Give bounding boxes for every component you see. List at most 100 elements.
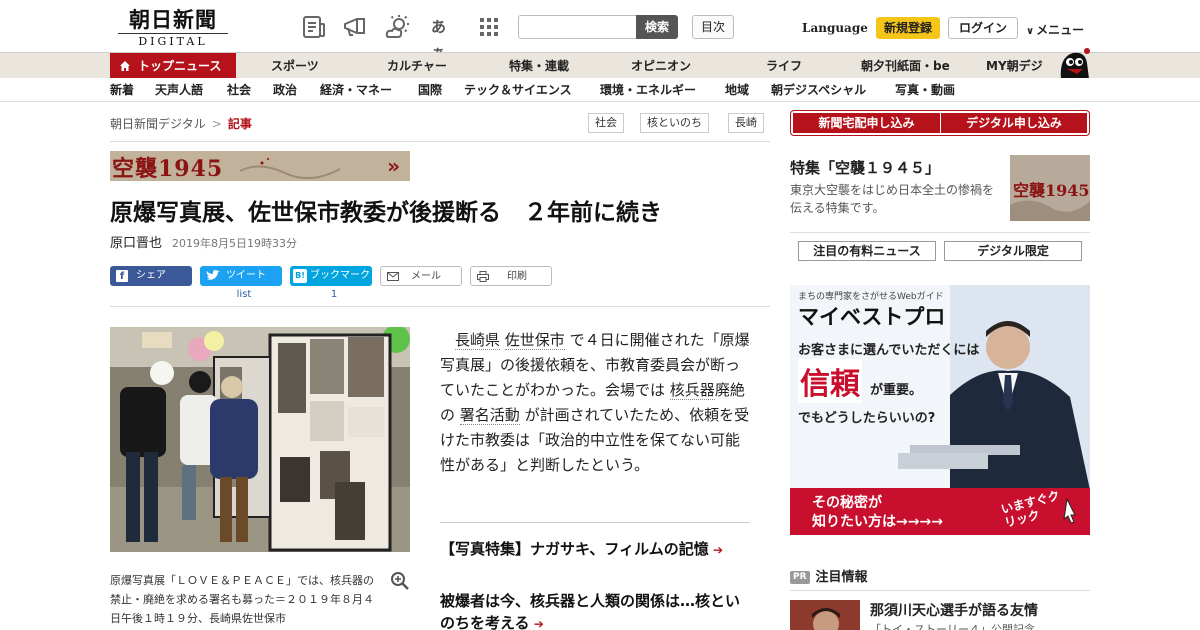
register-button[interactable]: 新規登録 bbox=[876, 17, 940, 39]
tab-paid-news[interactable]: 注目の有料ニュース bbox=[798, 241, 936, 261]
primary-nav: トップニュース スポーツ カルチャー 特集・連載 オピニオン ライフ 朝夕刊紙面… bbox=[0, 48, 1200, 79]
keyword-nagasaki[interactable]: 長崎県 bbox=[455, 331, 501, 350]
pr-subtitle: 「トイ・ストーリー４」公開記念 bbox=[870, 623, 1035, 630]
nav2-economy[interactable]: 経済・マネー bbox=[320, 78, 392, 102]
mascot-icon bbox=[1060, 48, 1090, 79]
newspaper-icon[interactable] bbox=[301, 14, 327, 40]
breadcrumb-home[interactable]: 朝日新聞デジタル bbox=[110, 117, 206, 131]
logo-en: DIGITAL bbox=[118, 33, 228, 48]
share-facebook-button[interactable]: f シェア bbox=[110, 266, 192, 286]
zoom-icon[interactable] bbox=[390, 571, 410, 591]
photo-illustration bbox=[110, 327, 410, 552]
pr-label: 注目情報 bbox=[815, 570, 868, 585]
pr-header: PR 注目情報 bbox=[790, 566, 868, 585]
nav2-new[interactable]: 新着 bbox=[110, 78, 134, 102]
nav-opinion[interactable]: オピニオン bbox=[631, 53, 691, 79]
share-hatena-button[interactable]: B! ブックマーク bbox=[290, 266, 372, 286]
chevron-down-icon: ∨ bbox=[1026, 26, 1035, 37]
tag-nuclear[interactable]: 核といのち bbox=[640, 113, 709, 133]
tag-nagasaki[interactable]: 長崎 bbox=[728, 113, 764, 133]
tab-digital-only[interactable]: デジタル限定 bbox=[944, 241, 1082, 261]
ad-line-1: お客さまに選んでいただくには bbox=[798, 343, 980, 358]
ad-line-5: その秘密が bbox=[812, 495, 882, 511]
divider bbox=[440, 522, 750, 523]
nav2-international[interactable]: 国際 bbox=[418, 78, 442, 102]
print-button[interactable]: 印刷 bbox=[470, 266, 552, 286]
keyword-signature[interactable]: 署名活動 bbox=[459, 406, 520, 425]
nav2-environment[interactable]: 環境・エネルギー bbox=[600, 78, 696, 102]
nav-features[interactable]: 特集・連載 bbox=[509, 53, 569, 79]
print-icon bbox=[477, 271, 489, 282]
subscribe-digital-button[interactable]: デジタル申し込み bbox=[941, 113, 1087, 133]
print-label: 印刷 bbox=[507, 271, 527, 282]
twitter-count[interactable]: list bbox=[224, 289, 264, 300]
divider bbox=[790, 232, 1090, 233]
nav2-photo[interactable]: 写真・動画 bbox=[895, 78, 955, 102]
feature-thumbnail[interactable]: 空襲1945 bbox=[1010, 155, 1090, 221]
nav-culture[interactable]: カルチャー bbox=[387, 53, 447, 79]
facebook-icon: f bbox=[116, 270, 128, 282]
weather-icon[interactable] bbox=[385, 14, 411, 40]
ad-line-2: 信頼 bbox=[798, 359, 862, 403]
share-twitter-button[interactable]: ツイート bbox=[200, 266, 282, 286]
keyword-nuclear-weapons[interactable]: 核兵器 bbox=[669, 381, 715, 400]
banner-arrow: » bbox=[387, 154, 400, 178]
grid-icon[interactable] bbox=[476, 14, 502, 40]
breadcrumb-separator: > bbox=[211, 117, 222, 131]
share-hatena-label: ブックマーク bbox=[310, 270, 370, 281]
nav2-society[interactable]: 社会 bbox=[227, 78, 251, 102]
related-link-nuclear-feature[interactable]: 被爆者は今、核兵器と人類の関係は…核といのちを考える ➔ bbox=[440, 590, 752, 630]
article-photo[interactable] bbox=[110, 327, 410, 552]
font-size-icon[interactable]: あぁ bbox=[431, 14, 457, 62]
share-twitter-label: ツイート bbox=[226, 270, 266, 281]
divider bbox=[790, 590, 1090, 591]
megaphone-icon[interactable] bbox=[342, 14, 368, 40]
nav2-politics[interactable]: 政治 bbox=[273, 78, 297, 102]
language-link[interactable]: Language bbox=[802, 21, 868, 35]
hatena-count[interactable]: 1 bbox=[314, 289, 354, 300]
share-mail-button[interactable]: メール bbox=[380, 266, 462, 286]
ad-line-3: が重要。 bbox=[870, 383, 923, 398]
divider bbox=[110, 141, 770, 142]
nav2-tech[interactable]: テック＆サイエンス bbox=[464, 78, 572, 102]
nav-top-news-label: トップニュース bbox=[138, 59, 222, 73]
nav2-special[interactable]: 朝デジスペシャル bbox=[771, 78, 866, 102]
search-input[interactable] bbox=[518, 15, 637, 39]
secondary-nav: 新着 天声人語 社会 政治 経済・マネー 国際 テック＆サイエンス 環境・エネル… bbox=[0, 78, 1200, 102]
hatena-icon: B! bbox=[293, 269, 307, 283]
ad-line-6: 知りたい方は→→→→ bbox=[812, 514, 943, 530]
login-button[interactable]: ログイン bbox=[948, 17, 1018, 39]
twitter-icon bbox=[206, 270, 220, 280]
nav-sports[interactable]: スポーツ bbox=[271, 53, 319, 79]
arrow-right-icon: ➔ bbox=[529, 617, 544, 630]
feature-banner[interactable]: 空襲1945 » bbox=[110, 151, 410, 181]
feature-thumbnail-text: 空襲1945 bbox=[1013, 181, 1090, 200]
site-logo[interactable]: 朝日新聞 DIGITAL bbox=[118, 8, 228, 48]
nav-life[interactable]: ライフ bbox=[766, 53, 802, 79]
divider bbox=[110, 306, 770, 307]
nav-my-asadigi[interactable]: MY朝デジ bbox=[986, 53, 1043, 79]
related-link-photo-special[interactable]: 【写真特集】ナガサキ、フィルムの記憶 ➔ bbox=[440, 538, 752, 561]
nav2-tensei[interactable]: 天声人語 bbox=[155, 78, 203, 102]
toc-button[interactable]: 目次 bbox=[692, 15, 734, 39]
tag-society[interactable]: 社会 bbox=[588, 113, 624, 133]
search-button[interactable]: 検索 bbox=[636, 15, 678, 39]
banner-title: 空襲1945 bbox=[112, 156, 224, 181]
mail-icon bbox=[387, 272, 399, 281]
feature-title[interactable]: 特集「空襲１９４５」 bbox=[790, 157, 940, 178]
subscribe-home-button[interactable]: 新聞宅配申し込み bbox=[793, 113, 940, 133]
author[interactable]: 原口晋也 bbox=[110, 236, 162, 251]
nav-paper[interactable]: 朝夕刊紙面・be bbox=[861, 53, 950, 79]
nav2-region[interactable]: 地域 bbox=[725, 78, 749, 102]
ad-line-4: でもどうしたらいいの? bbox=[798, 411, 936, 426]
article-headline: 原爆写真展、佐世保市教委が後援断る ２年前に続き bbox=[110, 200, 662, 226]
article-body: 長崎県 佐世保市 で４日に開催された「原爆写真展」の後援依頼を、市教育委員会が断… bbox=[440, 328, 752, 478]
pr-thumbnail[interactable] bbox=[790, 600, 860, 630]
advertisement[interactable]: まちの専門家をさがせるWebガイド マイベストプロ お客さまに選んでいただくには… bbox=[790, 285, 1090, 535]
menu-button[interactable]: ∨ メニュー bbox=[1026, 21, 1084, 38]
pr-title[interactable]: 那須川天心選手が語る友情 bbox=[870, 600, 1038, 620]
keyword-sasebo[interactable]: 佐世保市 bbox=[504, 331, 565, 350]
nav-top-news[interactable]: トップニュース bbox=[110, 53, 236, 79]
ad-brand: マイベストプロ bbox=[798, 305, 946, 329]
byline: 原口晋也 2019年8月5日19時33分 bbox=[110, 232, 297, 251]
